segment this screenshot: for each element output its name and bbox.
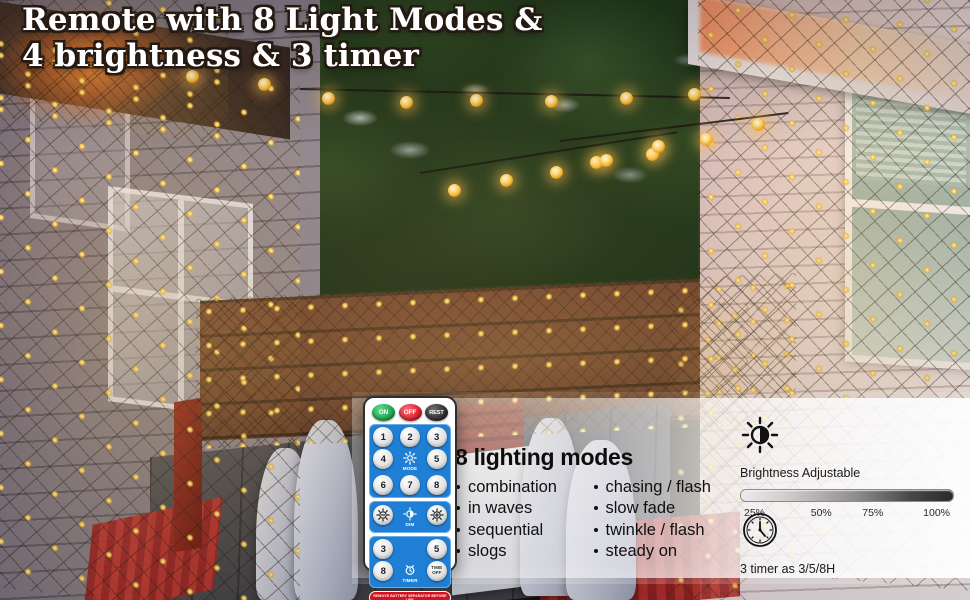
- remote-dim-row: DIM: [369, 501, 451, 533]
- product-marketing-image: Remote with 8 Light Modes & 4 brightness…: [0, 0, 970, 600]
- list-item: twinkle / flash: [593, 520, 721, 541]
- remote-off-button[interactable]: OFF: [398, 404, 422, 421]
- remote-key-3[interactable]: 3: [426, 427, 447, 447]
- brightness-slider[interactable]: [740, 489, 954, 502]
- remote-brightness-up-button[interactable]: [426, 505, 447, 525]
- remote-key-1[interactable]: 1: [373, 427, 394, 447]
- brightness-section: Brightness Adjustable 25% 50% 75% 100%: [740, 415, 956, 519]
- brightness-up-icon: [429, 508, 444, 522]
- tick-100: 100%: [923, 507, 950, 519]
- list-item: in waves: [455, 498, 583, 519]
- remote-key-2[interactable]: 2: [399, 427, 420, 447]
- remote-timer-button[interactable]: TIMER: [400, 561, 420, 585]
- brightness-half-sun-icon: [741, 416, 779, 454]
- remote-key-4[interactable]: 4: [373, 449, 394, 469]
- tick-75: 75%: [862, 507, 884, 519]
- brightness-down-icon: [376, 508, 391, 522]
- modes-column-left: combination in waves sequential slogs: [455, 477, 583, 563]
- remote-battery-warning: REMOVE BATTERY SEPARATOR BEFORE USE: [369, 591, 451, 600]
- timer-section: 3 timer as 3/5/8H: [740, 510, 835, 576]
- remote-key-6[interactable]: 6: [373, 475, 394, 495]
- lighting-modes-title: 8 lighting modes: [455, 444, 633, 470]
- dim-button-label: DIM: [405, 522, 415, 527]
- headline-line-1: Remote with 8 Light Modes &: [22, 2, 543, 38]
- keypad-spacer: [400, 539, 420, 559]
- remote-brightness-down-button[interactable]: [373, 505, 394, 525]
- mode-button-label: MODE: [402, 466, 418, 471]
- list-item: combination: [455, 477, 583, 498]
- lighting-modes-section: 8 lighting modes combination in waves se…: [455, 444, 720, 563]
- remote-timer-key-8[interactable]: 8: [373, 561, 394, 581]
- modes-column-right: chasing / flash slow fade twinkle / flas…: [593, 477, 721, 563]
- remote-key-5[interactable]: 5: [426, 449, 447, 469]
- alarm-clock-icon: [405, 565, 415, 575]
- timer-button-label: TIMER: [402, 578, 418, 583]
- timer-label: 3 timer as 3/5/8H: [740, 562, 836, 576]
- remote-on-button[interactable]: ON: [372, 404, 395, 421]
- brightness-label: Brightness Adjustable: [740, 466, 861, 480]
- mode-gear-sun-icon: [403, 451, 417, 465]
- dim-half-circle-icon: [403, 507, 417, 521]
- remote-key-8[interactable]: 8: [426, 475, 447, 495]
- remote-power-row: ON OFF REST: [369, 402, 451, 421]
- remote-mode-button[interactable]: MODE: [400, 449, 420, 473]
- list-item: sequential: [455, 520, 583, 541]
- remote-rest-button[interactable]: REST: [425, 404, 448, 421]
- page-title: Remote with 8 Light Modes & 4 brightness…: [22, 2, 662, 75]
- list-item: chasing / flash: [593, 477, 721, 498]
- remote-control[interactable]: ON OFF REST 1 2 3 4 MODE 5 6 7 8 DIM 3 5…: [363, 396, 457, 600]
- remote-timer-key-5[interactable]: 5: [426, 539, 447, 559]
- list-item: steady on: [593, 541, 721, 562]
- list-item: slow fade: [593, 498, 721, 519]
- alarm-clock-icon: [743, 513, 777, 547]
- remote-timer-key-3[interactable]: 3: [373, 539, 394, 559]
- remote-mode-keypad: 1 2 3 4 MODE 5 6 7 8: [369, 424, 451, 498]
- remote-timer-keypad: 3 5 8 TIMER TIME OFF: [369, 536, 451, 588]
- remote-dim-button[interactable]: DIM: [400, 505, 420, 529]
- remote-key-7[interactable]: 7: [399, 475, 420, 495]
- list-item: slogs: [455, 541, 583, 562]
- remote-time-off-button[interactable]: TIME OFF: [426, 561, 447, 581]
- headline-line-2: 4 brightness & 3 timer: [22, 37, 419, 74]
